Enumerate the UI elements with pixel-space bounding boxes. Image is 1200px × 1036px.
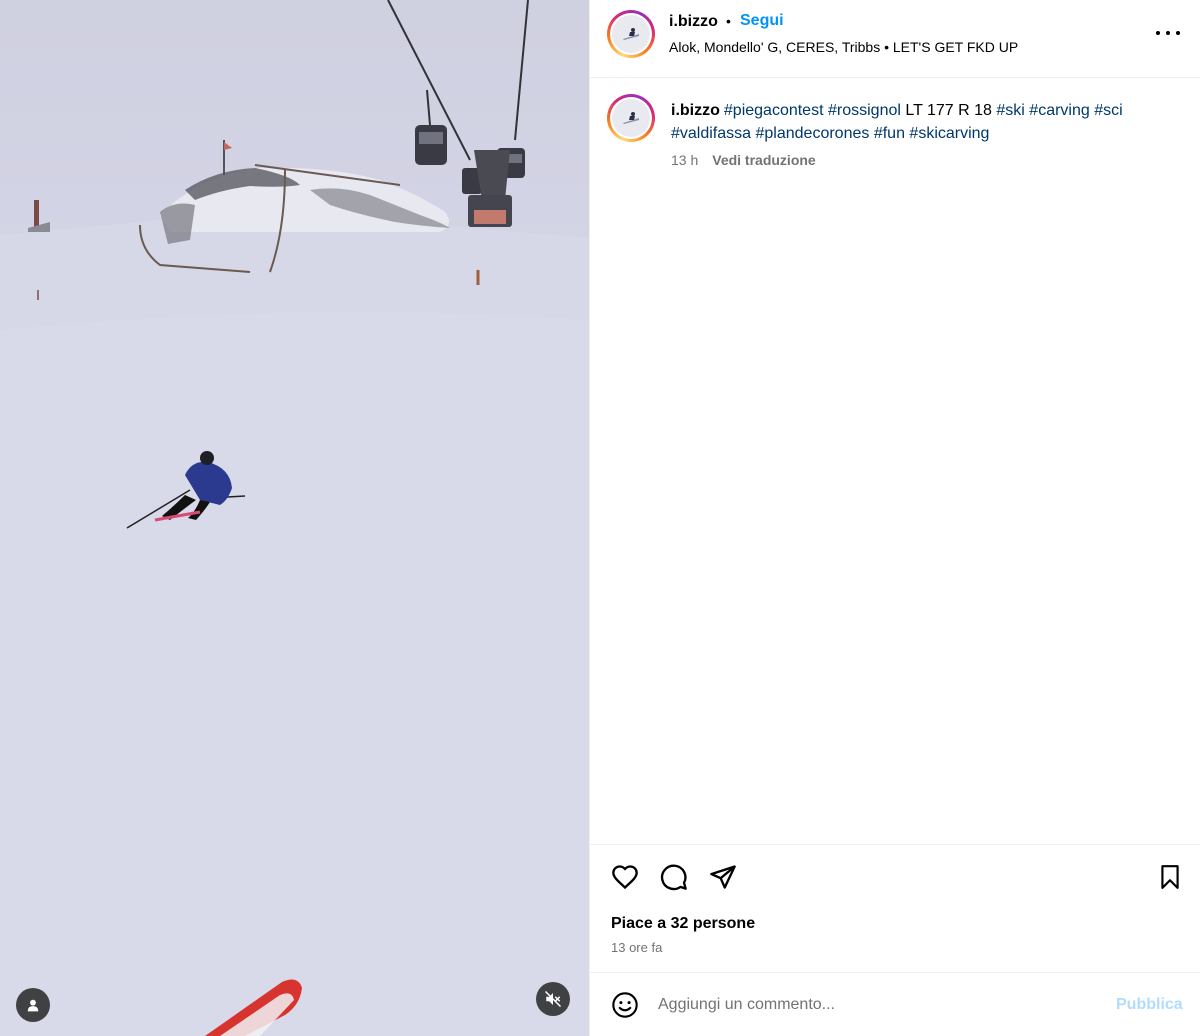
skier-avatar-image bbox=[623, 28, 639, 40]
emoji-icon bbox=[612, 992, 638, 1018]
hashtag-link[interactable]: #fun bbox=[874, 125, 905, 142]
like-button[interactable] bbox=[610, 862, 640, 892]
post-details-panel: i.bizzo • Segui Alok, Mondello' G, CERES… bbox=[589, 0, 1200, 1036]
hashtag-link[interactable]: #valdifassa bbox=[671, 125, 751, 142]
hashtag-link[interactable]: #carving bbox=[1029, 102, 1089, 119]
speaker-muted-icon bbox=[544, 990, 562, 1008]
see-translation-button[interactable]: Vedi traduzione bbox=[712, 152, 815, 168]
caption-body: #piegacontest #rossignol LT 177 R 18 #sk… bbox=[671, 102, 1123, 142]
more-options-icon bbox=[1156, 31, 1160, 35]
bookmark-icon bbox=[1161, 865, 1179, 889]
user-icon bbox=[27, 999, 39, 1012]
comment-button[interactable] bbox=[659, 862, 689, 892]
post-header: i.bizzo • Segui Alok, Mondello' G, CERES… bbox=[590, 0, 1200, 78]
skier-avatar-image bbox=[623, 112, 639, 124]
add-comment-bar: Pubblica bbox=[590, 972, 1200, 1036]
follow-button[interactable]: Segui bbox=[740, 12, 784, 30]
caption-text: i.bizzo #piegacontest #rossignol LT 177 R… bbox=[671, 99, 1171, 145]
heart-icon bbox=[612, 865, 638, 890]
emoji-button[interactable] bbox=[610, 990, 640, 1020]
caption-avatar[interactable] bbox=[607, 94, 655, 142]
post-actions: Piace a 32 persone 13 ore fa bbox=[590, 844, 1200, 972]
comment-icon bbox=[660, 864, 687, 891]
ski-slope-video-frame bbox=[0, 0, 589, 1036]
share-button[interactable] bbox=[708, 862, 738, 892]
paper-plane-icon bbox=[710, 865, 736, 889]
publish-button[interactable]: Pubblica bbox=[1116, 996, 1183, 1014]
caption-age[interactable]: 13 h bbox=[671, 152, 698, 168]
hashtag-link[interactable]: #skicarving bbox=[909, 125, 989, 142]
separator-dot: • bbox=[726, 13, 731, 29]
hashtag-link[interactable]: #plandecorones bbox=[756, 125, 870, 142]
caption-username-link[interactable]: i.bizzo bbox=[671, 102, 720, 119]
post-media[interactable] bbox=[0, 0, 589, 1036]
likes-count[interactable]: Piace a 32 persone bbox=[611, 915, 755, 933]
audio-track-link[interactable]: Alok, Mondello' G, CERES, Tribbs • LET'S… bbox=[669, 39, 1018, 55]
more-options-button[interactable] bbox=[1156, 26, 1180, 40]
post-timestamp[interactable]: 13 ore fa bbox=[611, 940, 662, 955]
hashtag-link[interactable]: #ski bbox=[996, 102, 1024, 119]
hashtag-link[interactable]: #piegacontest bbox=[724, 102, 824, 119]
tagged-people-button[interactable] bbox=[16, 988, 50, 1022]
username-link[interactable]: i.bizzo bbox=[669, 13, 718, 31]
save-button[interactable] bbox=[1155, 862, 1185, 892]
comment-input[interactable] bbox=[658, 991, 1098, 1019]
caption-meta: 13 h Vedi traduzione bbox=[671, 152, 816, 168]
avatar[interactable] bbox=[607, 10, 655, 58]
hashtag-link[interactable]: #sci bbox=[1094, 102, 1122, 119]
hashtag-link[interactable]: #rossignol bbox=[828, 102, 901, 119]
mute-toggle-button[interactable] bbox=[536, 982, 570, 1016]
caption-text-segment: LT 177 R 18 bbox=[900, 102, 997, 119]
